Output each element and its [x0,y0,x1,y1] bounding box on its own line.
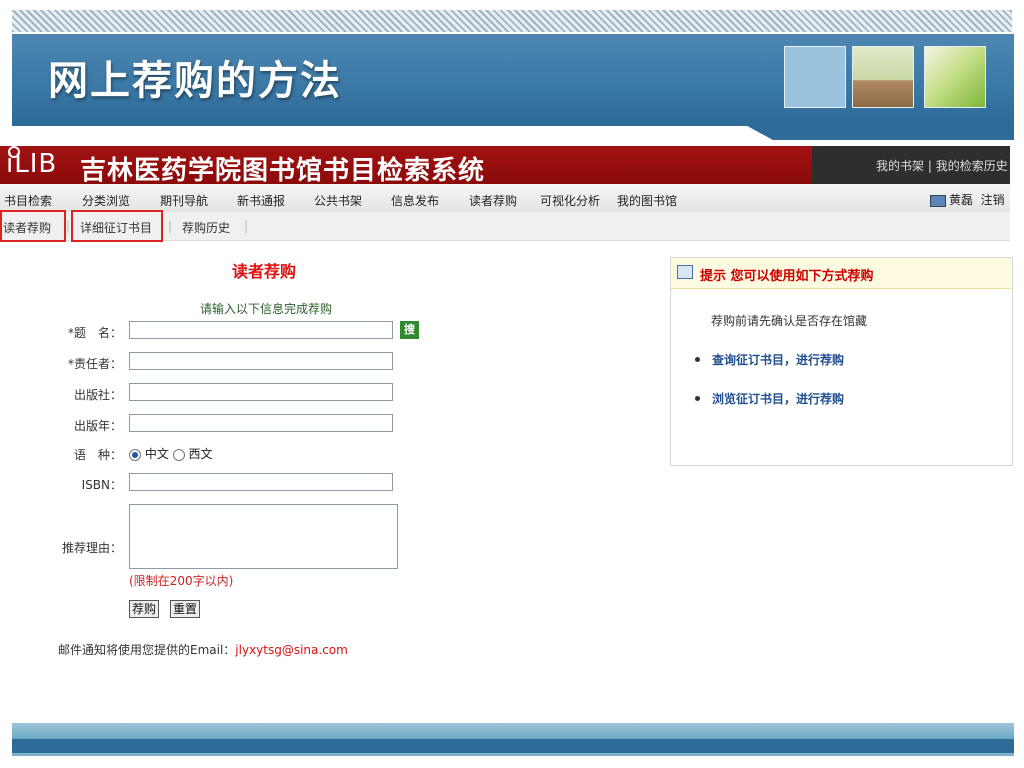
top-links: 我的书架 | 我的检索历史 [876,157,1008,174]
limit-note: (限制在200字以内) [129,574,234,588]
nav-item-visual-analysis[interactable]: 可视化分析 [540,192,600,209]
label-reason: 推荐理由： [61,541,122,555]
form-title: 读者荐购 [232,262,297,281]
label-year: 出版年： [73,419,122,433]
reason-textarea[interactable] [129,504,398,569]
footer-band-light [12,723,1014,739]
email-address: jlyxytsg@sina.com [235,643,348,657]
email-notice-text: 邮件通知将使用您提供的Email： [58,643,236,657]
label-author: *责任者： [67,357,122,371]
decor-image-blue [784,46,846,108]
subnav-separator: | [168,219,173,233]
footer-band-dark [12,739,1014,753]
nav-item-new-books[interactable]: 新书通报 [237,192,285,209]
nav-item-news[interactable]: 信息发布 [391,192,439,209]
bullet-icon [695,357,700,362]
label-language: 语 种： [73,448,122,462]
nav-item-my-library[interactable]: 我的图书馆 [617,192,677,209]
publisher-input[interactable] [129,383,393,401]
radio-chinese-label: 中文 [144,447,169,461]
language-radio-group: 中文 西文 [129,445,213,462]
radio-western-label: 西文 [188,447,213,461]
recommend-button[interactable]: 荐购 [129,600,160,618]
link-query-order-catalog[interactable]: 查询征订书目，进行荐购 [712,351,844,368]
label-isbn: ISBN： [81,478,122,492]
site-logo[interactable]: iLIB [6,149,57,179]
subnav-separator: | [244,219,249,233]
decor-image-sprout [852,46,914,108]
highlight-box-reader-recommend [0,210,66,242]
link-browse-order-catalog[interactable]: 浏览征订书目，进行荐购 [712,390,844,407]
banner-bottom-tab [740,122,1014,140]
tip-window-icon [677,265,693,279]
banner-bottom-edge [12,118,772,126]
email-notice: 邮件通知将使用您提供的Email：jlyxytsg@sina.com [58,641,348,658]
nav-item-category-browse[interactable]: 分类浏览 [82,192,130,209]
user-card-icon [930,194,946,207]
logout-link[interactable]: 注销 [981,193,1005,207]
radio-western[interactable] [172,448,185,461]
tip-title: 提示 您可以使用如下方式荐购 [700,269,874,284]
radio-chinese[interactable] [129,448,141,461]
slide-title: 网上荐购的方法 [48,58,342,104]
header-hatch-strip [12,10,1012,32]
isbn-input[interactable] [129,473,393,491]
link-my-bookshelf[interactable]: 我的书架 [876,159,924,173]
user-area: 黄磊 注销 [930,191,1005,208]
tip-description: 荐购前请先确认是否存在馆藏 [711,314,868,328]
nav-item-catalog-search[interactable]: 书目检索 [4,192,52,209]
nav-item-reader-recommend[interactable]: 读者荐购 [469,192,517,209]
form-hint: 请输入以下信息完成荐购 [200,302,333,316]
top-links-separator: | [927,159,936,173]
year-input[interactable] [129,414,393,432]
user-name[interactable]: 黄磊 [949,193,973,207]
search-button[interactable]: 搜 [400,321,419,339]
nav-item-journal-nav[interactable]: 期刊导航 [160,192,208,209]
highlight-box-order-catalog [71,210,163,242]
footer-band-edge [12,753,1014,756]
reset-button[interactable]: 重置 [170,600,201,618]
label-publisher: 出版社： [73,388,122,402]
author-input[interactable] [129,352,393,370]
subnav-separator: | [66,219,71,233]
subnav-recommend-history[interactable]: 荐购历史 [182,219,230,236]
title-input[interactable] [129,321,393,339]
nav-item-public-shelf[interactable]: 公共书架 [314,192,362,209]
site-title: 吉林医药学院图书馆书目检索系统 [80,156,486,186]
decor-image-leaf [924,46,986,108]
link-my-search-history[interactable]: 我的检索历史 [936,159,1008,173]
label-title: *题 名： [67,326,122,340]
bullet-icon [695,396,700,401]
